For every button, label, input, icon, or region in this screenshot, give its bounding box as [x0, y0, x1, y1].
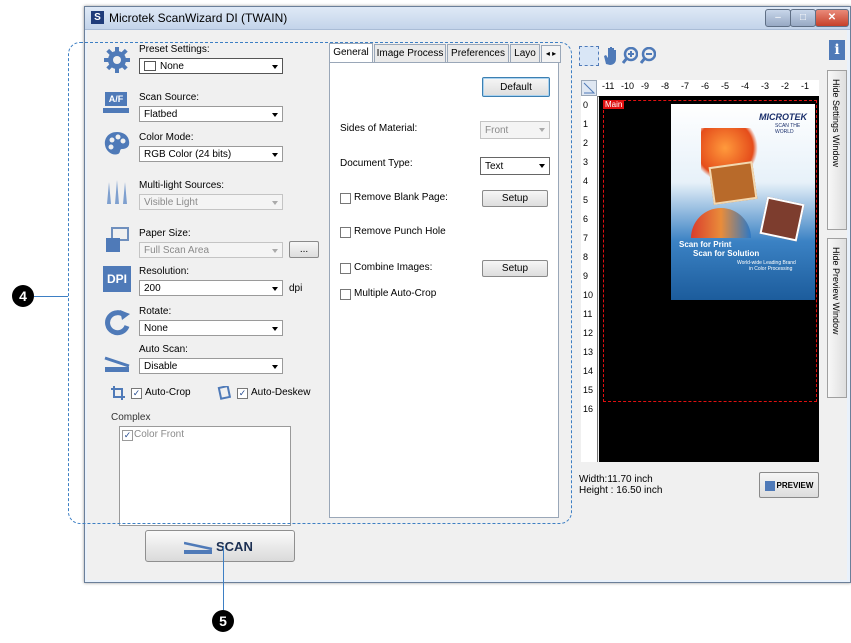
- ruler-tick: -4: [741, 81, 750, 91]
- select-area-icon[interactable]: [579, 46, 599, 66]
- main-frame-tag: Main: [603, 100, 625, 109]
- ruler-tick: -5: [721, 81, 730, 91]
- ruler-tick: -1: [801, 81, 810, 91]
- ruler-tick: -6: [701, 81, 710, 91]
- fan-graphic: [691, 208, 751, 238]
- preview-button[interactable]: PREVIEW: [759, 472, 819, 498]
- brand-logo: MICROTEK: [759, 112, 807, 122]
- scan-label: SCAN: [216, 539, 253, 554]
- minimize-button[interactable]: –: [765, 9, 791, 27]
- maximize-button[interactable]: □: [790, 9, 816, 27]
- callout-line-5: [223, 546, 224, 610]
- ruler-corner: [581, 80, 597, 96]
- slogan-4: in Color Processing: [749, 266, 793, 272]
- scan-height: Height : 16.50 inch: [579, 485, 663, 496]
- close-button[interactable]: ✕: [815, 9, 849, 27]
- preview-toolbar: [579, 46, 656, 66]
- zoom-out-icon[interactable]: [640, 47, 656, 65]
- callout-region-4: [68, 42, 572, 524]
- hide-settings-label: Hide Settings Window: [831, 79, 841, 168]
- ruler-tick: -11: [602, 81, 615, 91]
- app-icon: S: [91, 11, 104, 24]
- hide-preview-tab[interactable]: Hide Preview Window: [827, 238, 847, 398]
- info-icon[interactable]: i: [829, 40, 845, 60]
- scan-button[interactable]: SCAN: [145, 530, 295, 562]
- preview-icon: [764, 480, 775, 491]
- scan-width: Width:11.70 inch: [579, 474, 653, 485]
- horizontal-ruler: -11 -10 -9 -8 -7 -6 -5 -4 -3 -2 -1: [597, 80, 819, 97]
- scanner-icon: [184, 541, 213, 554]
- ruler-tick: -7: [681, 81, 690, 91]
- callout-badge-5: 5: [212, 610, 234, 632]
- preview-image: MICROTEK SCAN THE WORLD Scan for Print S…: [671, 104, 815, 300]
- window-title: Microtek ScanWizard DI (TWAIN): [109, 11, 288, 25]
- ruler-tick: -9: [641, 81, 650, 91]
- hide-preview-label: Hide Preview Window: [831, 247, 841, 335]
- preview-canvas[interactable]: Main MICROTEK SCAN THE WORLD Scan for Pr…: [599, 96, 819, 462]
- hide-settings-tab[interactable]: Hide Settings Window: [827, 70, 847, 230]
- slogan-1: Scan for Print: [679, 240, 732, 249]
- preview-label: PREVIEW: [776, 481, 814, 490]
- callout-line-4: [34, 296, 68, 297]
- ruler-tick: -8: [661, 81, 670, 91]
- vertical-ruler: 0 1 2 3 4 5 6 7 8 9 10 11 12 13 14 15 16: [581, 96, 598, 462]
- slogan-2: Scan for Solution: [693, 249, 760, 258]
- title-bar: S Microtek ScanWizard DI (TWAIN) – □ ✕: [85, 7, 850, 30]
- callout-badge-4: 4: [12, 285, 34, 307]
- photo-frame: [759, 196, 805, 242]
- zoom-in-icon[interactable]: [622, 47, 638, 65]
- hand-icon[interactable]: [602, 46, 620, 66]
- photo-frame: [708, 161, 758, 205]
- ruler-tick: -10: [621, 81, 635, 91]
- ruler-tick: -2: [781, 81, 790, 91]
- ruler-tick: -3: [761, 81, 770, 91]
